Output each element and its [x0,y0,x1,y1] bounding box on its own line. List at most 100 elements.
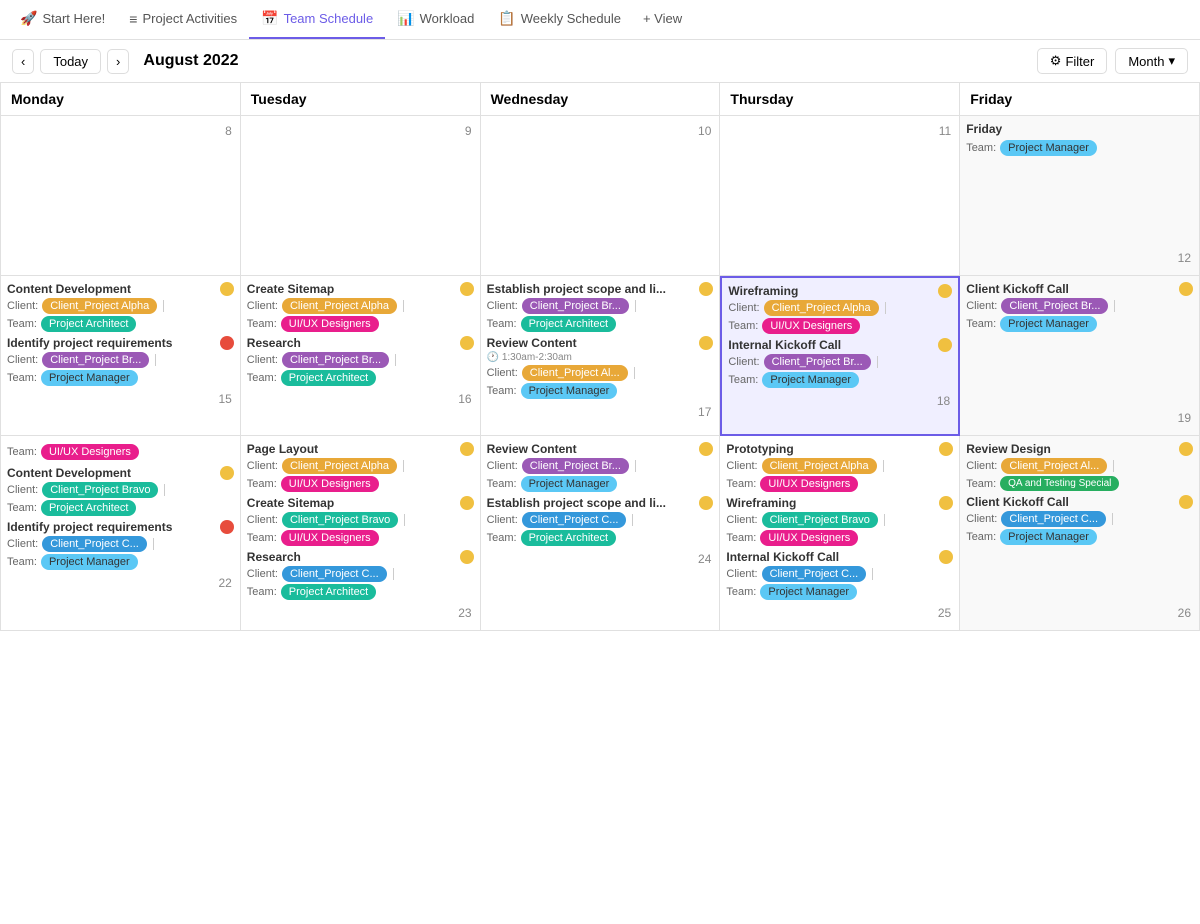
tag-client-alpha[interactable]: Client_Project Alpha [42,298,157,314]
day-cell-23: Page Layout Client: Client_Project Alpha… [241,436,481,631]
day-num-8: 8 [7,122,234,144]
tag-arch-establish[interactable]: Project Architect [521,316,616,332]
tag-arch-research[interactable]: Project Architect [281,370,376,386]
tab-team-schedule[interactable]: 📅 Team Schedule [249,0,385,39]
tag-bravo-kickoff[interactable]: Client_Project Br... [764,354,871,370]
toolbar-right: ⚙ Filter Month ▾ [1037,48,1188,74]
tag-ux-sitemap[interactable]: UI/UX Designers [281,316,379,332]
tag-bravo-cs23[interactable]: Client_Project Bravo [282,512,398,528]
chevron-down-icon: ▾ [1168,53,1175,69]
tag-arch-res23[interactable]: Project Architect [281,584,376,600]
tag-alpha-review[interactable]: Client_Project Al... [522,365,628,381]
tag-bravo-research[interactable]: Client_Project Br... [282,352,389,368]
day-num-26: 26 [1176,604,1193,626]
tag-charlie-ck26[interactable]: Client_Project C... [1001,511,1106,527]
tag-charlie-ik25[interactable]: Client_Project C... [762,566,867,582]
tag-project-architect[interactable]: Project Architect [41,316,136,332]
tag-qa-rd26[interactable]: QA and Testing Special [1000,476,1119,491]
dot-yellow-rd26 [1179,442,1193,456]
tag-client-19[interactable]: Client_Project Br... [1001,298,1108,314]
div16 [632,514,633,526]
event-title-ik25: Internal Kickoff Call [726,550,953,564]
tag-charlie-est24[interactable]: Client_Project C... [522,512,627,528]
filter-label: Filter [1065,54,1094,69]
tag-ux-cs23[interactable]: UI/UX Designers [281,530,379,546]
day-cell-22: Team: UI/UX Designers Content Developmen… [1,436,241,631]
tag-bravo-establish[interactable]: Client_Project Br... [522,298,629,314]
event-title-client-kickoff19: Client Kickoff Call [966,282,1193,296]
event-team-cs23: Team: UI/UX Designers [247,530,474,546]
next-period-button[interactable]: › [107,49,129,74]
tag-bravo-22[interactable]: Client_Project Bravo [42,482,158,498]
tag-charlie-22[interactable]: Client_Project C... [42,536,147,552]
day-num-18: 18 [728,392,952,414]
event-title-rd26: Review Design [966,442,1193,456]
tag-ux-22-pre[interactable]: UI/UX Designers [41,444,139,460]
event-team-ik25: Team: Project Manager [726,584,953,600]
event-title-establish: Establish project scope and li... [487,282,714,296]
tab-team-label: Team Schedule [284,11,374,26]
tag-arch-est24[interactable]: Project Architect [521,530,616,546]
event-create-sitemap-16: Create Sitemap Client: Client_Project Al… [247,282,474,332]
event-team-rd26: Team: QA and Testing Special [966,476,1193,491]
tab-add-view[interactable]: + View [633,0,692,39]
tag-ux-wire25[interactable]: UI/UX Designers [760,530,858,546]
tag-ux-wire[interactable]: UI/UX Designers [762,318,860,334]
tag-alpha-rd26[interactable]: Client_Project Al... [1001,458,1107,474]
tag-pm-19[interactable]: Project Manager [1000,316,1097,332]
tag-pm-ik25[interactable]: Project Manager [760,584,857,600]
event-title-proto25: Prototyping [726,442,953,456]
dot-yellow-wire25 [939,496,953,510]
tag-alpha-sitemap[interactable]: Client_Project Alpha [282,298,397,314]
prev-period-button[interactable]: ‹ [12,49,34,74]
month-title: August 2022 [143,52,238,70]
tag-project-manager[interactable]: Project Manager [41,370,138,386]
tag-bravo-wire25[interactable]: Client_Project Bravo [762,512,878,528]
tag-ux-pl[interactable]: UI/UX Designers [281,476,379,492]
event-team-rc24: Team: Project Manager [487,476,714,492]
tag-alpha-pl[interactable]: Client_Project Alpha [282,458,397,474]
event-client-row2: Client: Client_Project Br... [7,352,234,368]
event-client-wire25: Client: Client_Project Bravo [726,512,953,528]
tag-alpha-wire[interactable]: Client_Project Alpha [764,300,879,316]
today-button[interactable]: Today [40,49,101,74]
tag-pm-kickoff[interactable]: Project Manager [762,372,859,388]
tag-client-bravo[interactable]: Client_Project Br... [42,352,149,368]
event-team-establish: Team: Project Architect [487,316,714,332]
tab-project-activities[interactable]: ≡ Project Activities [117,0,249,39]
div10 [164,484,165,496]
dot-yellow-cs23 [460,496,474,510]
day-cell-25: Prototyping Client: Client_Project Alpha… [720,436,960,631]
event-client-row: Client: Client_Project Alpha [7,298,234,314]
event-team-row: Team: Project Architect [7,316,234,332]
event-title-review: Review Content [487,336,714,350]
event-title-kickoff: Internal Kickoff Call [728,338,952,352]
tab-workload[interactable]: 📊 Workload [385,0,486,39]
event-client-row-19: Client: Client_Project Br... [966,298,1193,314]
tag-ux-proto25[interactable]: UI/UX Designers [760,476,858,492]
day-num-24: 24 [487,550,714,572]
tag-pm-22[interactable]: Project Manager [41,554,138,570]
dot-yellow-est24 [699,496,713,510]
tag-alpha-proto25[interactable]: Client_Project Alpha [762,458,877,474]
tab-start-here[interactable]: 🚀 Start Here! [8,0,117,39]
div17 [883,460,884,472]
tag-pm-ck26[interactable]: Project Manager [1000,529,1097,545]
event-title-content-dev: Content Development [7,282,234,296]
tab-weekly-label: Weekly Schedule [521,11,621,26]
filter-button[interactable]: ⚙ Filter [1037,48,1108,74]
day-num-25: 25 [726,604,953,626]
event-client-proto25: Client: Client_Project Alpha [726,458,953,474]
tag-bravo-rc24[interactable]: Client_Project Br... [522,458,629,474]
tag-arch-22[interactable]: Project Architect [41,500,136,516]
event-kickoff-18: Internal Kickoff Call Client: Client_Pro… [728,338,952,388]
tab-weekly-schedule[interactable]: 📋 Weekly Schedule [486,0,633,39]
event-establish-24: Establish project scope and li... Client… [487,496,714,546]
month-view-button[interactable]: Month ▾ [1115,48,1188,74]
event-title-cd22: Content Development [7,466,234,480]
tag-project-manager-top[interactable]: Project Manager [1000,140,1097,156]
tag-pm-rc24[interactable]: Project Manager [521,476,618,492]
tag-charlie-res23[interactable]: Client_Project C... [282,566,387,582]
dot-yellow-19 [1179,282,1193,296]
tag-pm-review[interactable]: Project Manager [521,383,618,399]
